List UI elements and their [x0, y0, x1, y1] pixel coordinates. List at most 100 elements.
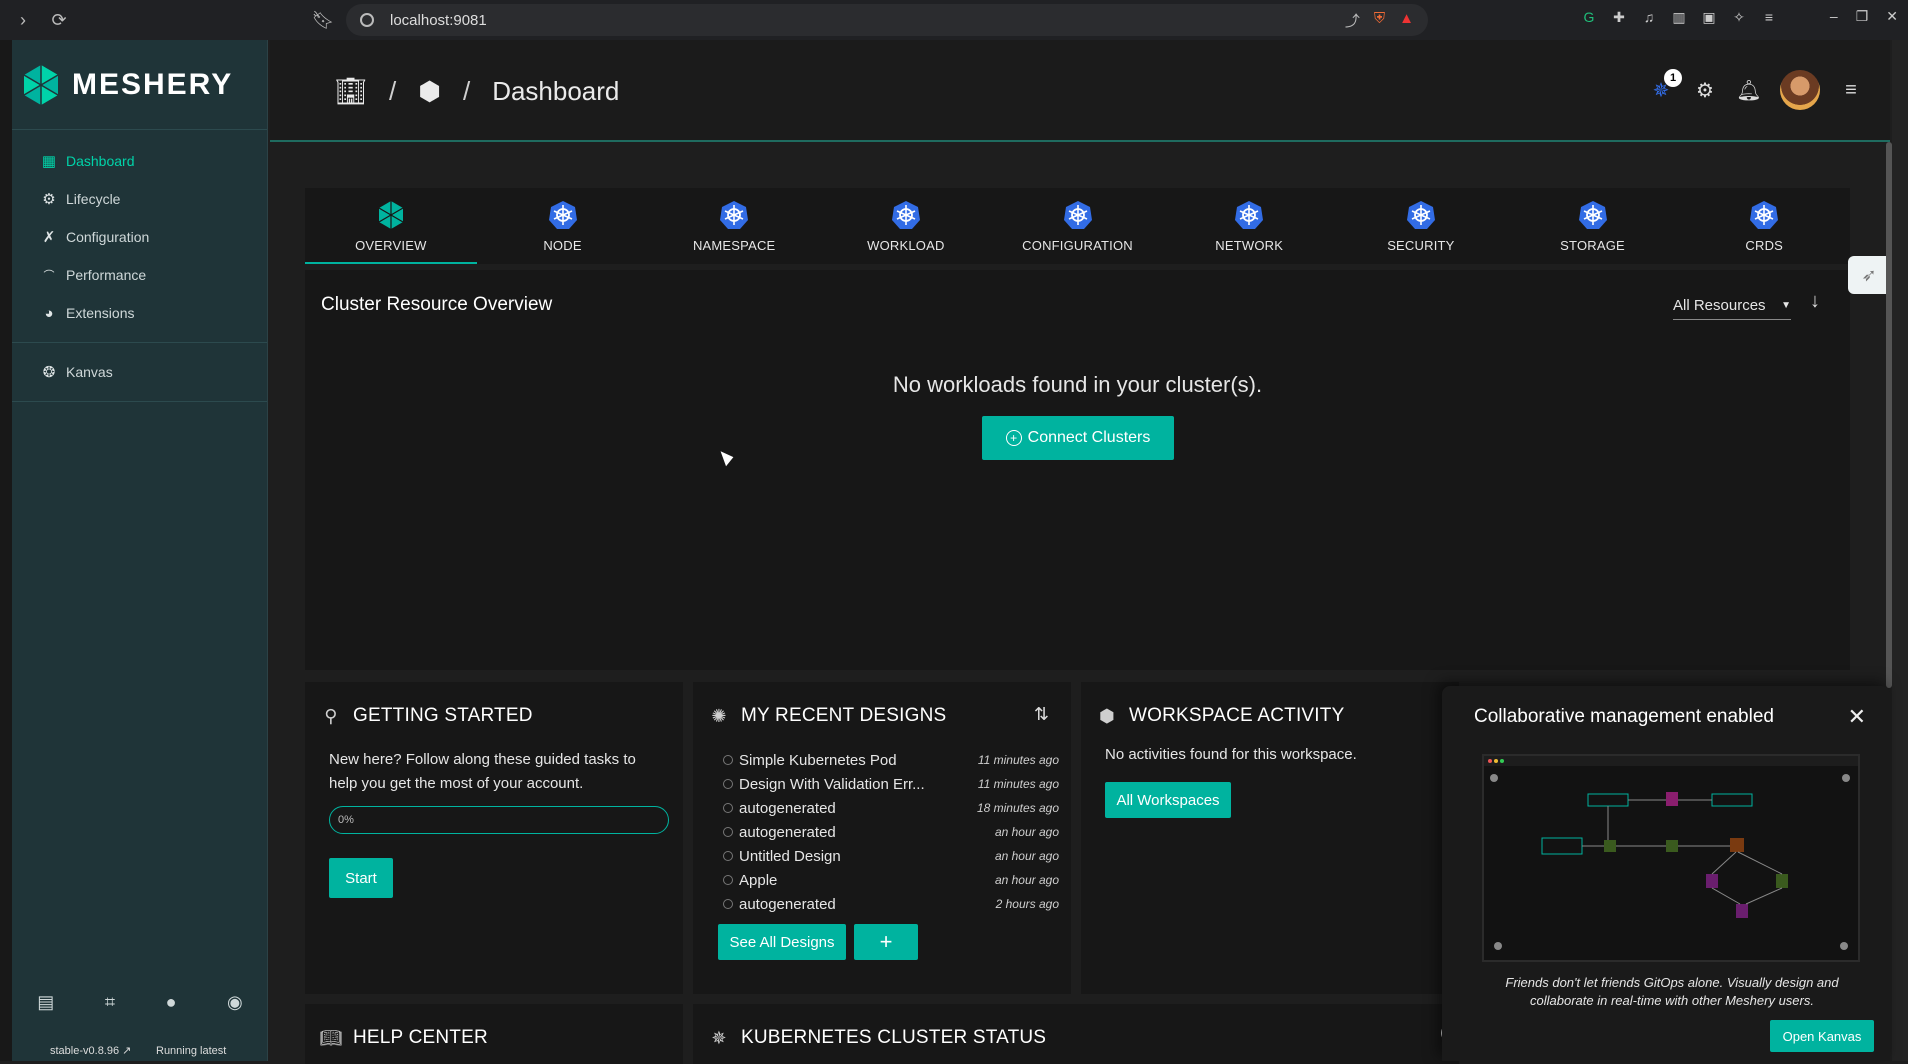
tab-label: SECURITY: [1387, 237, 1455, 253]
forum-icon[interactable]: ●: [166, 992, 177, 1013]
tab-security[interactable]: SECURITY: [1335, 188, 1507, 264]
all-workspaces-button[interactable]: All Workspaces: [1105, 782, 1231, 818]
design-name: Design With Validation Err...: [739, 775, 925, 793]
card-title: ⚲ GETTING STARTED: [319, 704, 533, 728]
sort-icon[interactable]: ⇅: [1034, 704, 1049, 725]
list-item[interactable]: Untitled Design an hour ago: [723, 844, 1059, 868]
sidebar-item-label: Dashboard: [66, 153, 135, 169]
github-icon[interactable]: ◉: [227, 992, 243, 1013]
open-kanvas-button[interactable]: Open Kanvas: [1770, 1020, 1874, 1052]
slack-icon[interactable]: ⌗: [105, 992, 115, 1013]
docs-icon[interactable]: ▤: [37, 992, 54, 1013]
start-button[interactable]: Start: [329, 858, 393, 898]
download-icon[interactable]: ↓: [1810, 290, 1820, 313]
resource-tabs: OVERVIEW NODE NAMESPACE WORKLOAD CONFIGU…: [305, 188, 1850, 264]
workspace-icon[interactable]: ⬢: [418, 76, 441, 107]
minimize-icon[interactable]: –: [1830, 8, 1838, 25]
design-time: an hour ago: [994, 873, 1059, 887]
bookmark-icon[interactable]: 🔖︎: [308, 5, 338, 35]
address-url: localhost:9081: [390, 11, 487, 29]
progress-text: 0%: [338, 814, 354, 826]
configuration-icon: ✗: [42, 229, 56, 246]
kubernetes-contexts-button[interactable]: ✵ 1: [1648, 69, 1682, 103]
brand[interactable]: MESHERY: [12, 40, 267, 130]
recent-designs-card: ✺ MY RECENT DESIGNS ⇅ Simple Kubernetes …: [693, 682, 1071, 994]
tab-crds[interactable]: CRDS: [1678, 188, 1850, 264]
tab-workload[interactable]: WORKLOAD: [820, 188, 992, 264]
list-item[interactable]: Design With Validation Err... 11 minutes …: [723, 772, 1059, 796]
rocket-launch-button[interactable]: ➶: [1848, 256, 1890, 294]
bell-icon[interactable]: 🔔︎: [1736, 77, 1762, 103]
tab-namespace[interactable]: NAMESPACE: [648, 188, 820, 264]
design-dot-icon: [723, 851, 733, 861]
sidebar-toggle-icon[interactable]: ▥: [1670, 8, 1688, 26]
card-title: ✵ KUBERNETES CLUSTER STATUS: [707, 1026, 1046, 1050]
see-all-designs-button[interactable]: See All Designs: [718, 924, 846, 960]
design-dot-icon: [723, 779, 733, 789]
tab-label: CONFIGURATION: [1022, 237, 1133, 253]
list-item[interactable]: autogenerated 18 minutes ago: [723, 796, 1059, 820]
tab-network[interactable]: NETWORK: [1163, 188, 1335, 264]
browser-menu-icon[interactable]: ≡: [1760, 8, 1778, 26]
design-icon: ✺: [711, 705, 727, 726]
grammarly-icon[interactable]: G: [1580, 8, 1598, 26]
kubernetes-icon: [1235, 200, 1264, 229]
close-icon[interactable]: ✕: [1848, 704, 1866, 730]
card-title-text: MY RECENT DESIGNS: [741, 705, 947, 726]
forward-icon[interactable]: ›: [8, 5, 38, 35]
app-header: 🏢︎ / ⬢ / Dashboard ✵ 1 ⚙ 🔔︎ ≡: [270, 40, 1890, 142]
settings-gear-icon[interactable]: ⚙: [1692, 77, 1718, 103]
kubernetes-icon: [1406, 200, 1435, 229]
resource-filter-select[interactable]: All Resources ▼: [1673, 292, 1791, 320]
reload-icon[interactable]: ⟳: [44, 5, 74, 35]
caret-down-icon: ▼: [1781, 300, 1791, 311]
brave-rewards-icon[interactable]: ▲: [1399, 10, 1414, 31]
list-item[interactable]: Simple Kubernetes Pod 11 minutes ago: [723, 748, 1059, 772]
sidebar-item-label: Extensions: [66, 305, 135, 321]
design-name: autogenerated: [739, 895, 836, 913]
sidebar-item-configuration[interactable]: ✗ Configuration: [12, 218, 267, 256]
design-name: autogenerated: [739, 799, 836, 817]
tab-label: NODE: [543, 237, 582, 253]
kubernetes-icon: [720, 200, 749, 229]
brave-shield-icon[interactable]: ⛨: [1374, 10, 1385, 31]
tab-overview[interactable]: OVERVIEW: [305, 188, 477, 264]
meshery-logo-icon: [378, 200, 404, 229]
restore-icon[interactable]: ❐: [1856, 8, 1869, 25]
tab-configuration[interactable]: CONFIGURATION: [992, 188, 1164, 264]
kubernetes-icon: ✵: [711, 1027, 727, 1048]
site-info-icon[interactable]: [360, 13, 374, 27]
tab-storage[interactable]: STORAGE: [1507, 188, 1679, 264]
workspace-activity-card: ⬢ WORKSPACE ACTIVITY No activities found…: [1081, 682, 1459, 994]
list-item[interactable]: autogenerated an hour ago: [723, 820, 1059, 844]
sidebar-item-kanvas[interactable]: ❂ Kanvas: [12, 353, 267, 391]
wallet-icon[interactable]: ▣: [1700, 8, 1718, 26]
lifecycle-icon: ⚙: [42, 191, 56, 208]
sidebar: MESHERY ▦ Dashboard ⚙ Lifecycle ✗ Config…: [12, 40, 268, 1061]
sidebar-item-lifecycle[interactable]: ⚙ Lifecycle: [12, 180, 267, 218]
list-item[interactable]: Apple an hour ago: [723, 868, 1059, 892]
design-dot-icon: [723, 827, 733, 837]
performance-icon: ⌒: [43, 270, 55, 282]
sidebar-item-performance[interactable]: ⌒ Performance: [12, 256, 267, 294]
list-item[interactable]: autogenerated 2 hours ago: [723, 892, 1059, 916]
extensions-puzzle-icon[interactable]: ✚: [1610, 8, 1628, 26]
connect-clusters-button[interactable]: + Connect Clusters: [982, 416, 1174, 460]
sidebar-item-label: Lifecycle: [66, 191, 121, 207]
sidebar-item-dashboard[interactable]: ▦ Dashboard: [12, 142, 267, 180]
organization-icon[interactable]: 🏢︎: [334, 76, 367, 107]
hamburger-menu-icon[interactable]: ≡: [1838, 77, 1864, 103]
browser-toolbar: › ⟳ 🔖︎ localhost:9081 ⤴ ⛨ ▲ G ✚ ♫ ▥ ▣ ✧ …: [0, 0, 1908, 40]
version-link[interactable]: stable-v0.8.96 ↗: [50, 1044, 131, 1057]
add-design-button[interactable]: +: [854, 924, 918, 960]
user-avatar[interactable]: [1780, 70, 1820, 110]
share-icon[interactable]: ⤴: [1345, 10, 1360, 31]
leo-icon[interactable]: ✧: [1730, 8, 1748, 26]
address-bar[interactable]: localhost:9081 ⤴ ⛨ ▲: [346, 4, 1428, 36]
card-title-text: WORKSPACE ACTIVITY: [1129, 705, 1345, 726]
tab-node[interactable]: NODE: [477, 188, 649, 264]
close-window-icon[interactable]: ✕: [1886, 8, 1898, 25]
recent-designs-list: Simple Kubernetes Pod 11 minutes ago Desi…: [723, 748, 1059, 916]
media-icon[interactable]: ♫: [1640, 8, 1658, 26]
sidebar-item-extensions[interactable]: ◕ Extensions: [12, 294, 267, 332]
